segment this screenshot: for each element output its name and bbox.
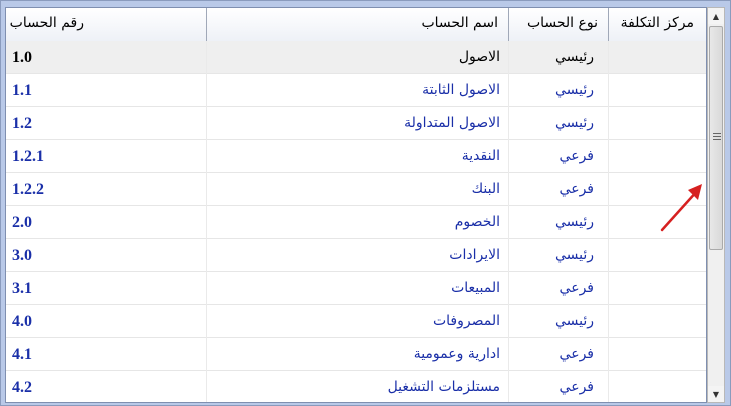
cell-account-code: 4.1 — [12, 346, 32, 363]
scroll-down-button[interactable]: ▼ — [708, 386, 724, 402]
triangle-down-icon: ▼ — [712, 389, 720, 399]
cell-account-code: 3.1 — [12, 280, 32, 297]
cell-account-name: النقدية — [206, 140, 508, 173]
red-arrow-icon — [660, 184, 702, 232]
table-row[interactable]: 1.1 الاصول الثابتة رئيسي — [6, 74, 706, 107]
cell-cost-center — [608, 74, 706, 107]
vertical-scrollbar[interactable]: ▲ ▼ — [707, 7, 725, 403]
grip-line — [713, 139, 721, 140]
cell-account-name: ادارية وعمومية — [206, 338, 508, 371]
header-account-code-label: رقم الحساب — [9, 15, 84, 31]
header-account-type-label: نوع الحساب — [526, 15, 598, 31]
cell-account-type: فرعي — [508, 371, 608, 402]
cell-cost-center — [608, 140, 706, 173]
table-row[interactable]: 3.0 الايرادات رئيسي — [6, 239, 706, 272]
grip-line — [713, 136, 721, 137]
cell-account-name: المصروفات — [206, 305, 508, 338]
table-row[interactable]: 4.1 ادارية وعمومية فرعي — [6, 338, 706, 371]
scroll-up-button[interactable]: ▲ — [708, 8, 724, 24]
cell-account-type: رئيسي — [508, 206, 608, 239]
table-row[interactable]: 1.0 الاصول رئيسي — [6, 41, 706, 74]
cell-cost-center — [608, 41, 706, 74]
cell-account-type: فرعي — [508, 173, 608, 206]
cell-cost-center — [608, 338, 706, 371]
cell-account-name: المبيعات — [206, 272, 508, 305]
cell-account-type: رئيسي — [508, 305, 608, 338]
grip-line — [713, 133, 721, 134]
table-row[interactable]: 2.0 الخصوم رئيسي — [6, 206, 706, 239]
cell-cost-center — [608, 371, 706, 402]
accounts-grid[interactable]: رقم الحساب اسم الحساب نوع الحساب مركز ال… — [5, 7, 707, 403]
cell-account-type: رئيسي — [508, 239, 608, 272]
cell-account-code: 1.0 — [12, 49, 32, 66]
cell-cost-center — [608, 305, 706, 338]
cell-account-name: الاصول الثابتة — [206, 74, 508, 107]
table-row[interactable]: 1.2.1 النقدية فرعي — [6, 140, 706, 173]
cell-account-code: 4.0 — [12, 313, 32, 330]
table-row[interactable]: 4.2 مستلزمات التشغيل فرعي — [6, 371, 706, 402]
grid-header: رقم الحساب اسم الحساب نوع الحساب مركز ال… — [6, 8, 706, 42]
cell-account-type: فرعي — [508, 338, 608, 371]
cell-account-type: رئيسي — [508, 107, 608, 140]
cell-account-code: 1.2.2 — [12, 181, 44, 198]
header-cost-center[interactable]: مركز التكلفة — [608, 8, 706, 41]
header-account-name[interactable]: اسم الحساب — [206, 8, 508, 41]
header-account-type[interactable]: نوع الحساب — [508, 8, 608, 41]
window-frame: رقم الحساب اسم الحساب نوع الحساب مركز ال… — [0, 0, 731, 406]
cell-account-type: رئيسي — [508, 74, 608, 107]
table-row[interactable]: 4.0 المصروفات رئيسي — [6, 305, 706, 338]
table-row[interactable]: 1.2.2 البنك فرعي — [6, 173, 706, 206]
cell-cost-center — [608, 272, 706, 305]
cell-account-name: الاصول المتداولة — [206, 107, 508, 140]
cell-account-code: 3.0 — [12, 247, 32, 264]
cell-account-type: رئيسي — [508, 41, 608, 74]
cell-account-name: مستلزمات التشغيل — [206, 371, 508, 402]
cell-account-name: البنك — [206, 173, 508, 206]
table-row[interactable]: 1.2 الاصول المتداولة رئيسي — [6, 107, 706, 140]
header-account-name-label: اسم الحساب — [421, 15, 498, 31]
scroll-thumb[interactable] — [709, 26, 723, 250]
cell-account-code: 1.2.1 — [12, 148, 44, 165]
cell-account-code: 1.2 — [12, 115, 32, 132]
triangle-up-icon: ▲ — [712, 11, 720, 21]
header-cost-center-label: مركز التكلفة — [620, 15, 694, 31]
cell-account-code: 4.2 — [12, 379, 32, 396]
cell-account-name: الاصول — [206, 41, 508, 74]
header-account-code[interactable]: رقم الحساب — [6, 8, 206, 41]
table-row[interactable]: 3.1 المبيعات فرعي — [6, 272, 706, 305]
cell-account-code: 2.0 — [12, 214, 32, 231]
cell-account-type: فرعي — [508, 272, 608, 305]
cell-account-name: الايرادات — [206, 239, 508, 272]
cell-cost-center — [608, 239, 706, 272]
cell-account-code: 1.1 — [12, 82, 32, 99]
cell-account-type: فرعي — [508, 140, 608, 173]
cell-cost-center — [608, 107, 706, 140]
cell-account-name: الخصوم — [206, 206, 508, 239]
